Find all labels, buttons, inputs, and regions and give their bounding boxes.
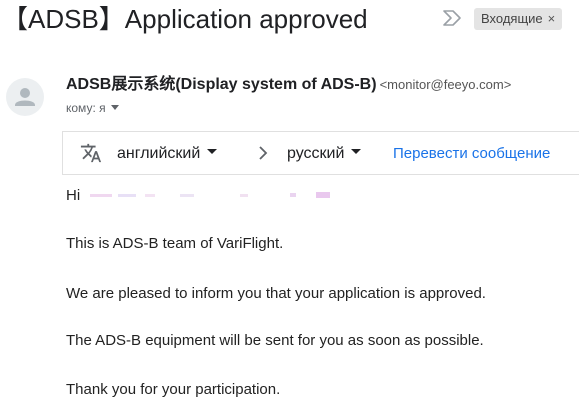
- caret-down-icon: [351, 149, 362, 155]
- body-paragraph-3: The ADS-B equipment will be sent for you…: [66, 332, 484, 349]
- target-language-label: русский: [287, 145, 345, 162]
- caret-down-icon[interactable]: [110, 105, 119, 111]
- inbox-label-chip[interactable]: Входящие ×: [474, 8, 563, 30]
- subject-row: 【ADSB】Application approved Входящие ×: [0, 0, 579, 42]
- sender-name[interactable]: ADSB展示系统(Display system of ADS-B): [66, 76, 377, 93]
- body-paragraph-1: This is ADS-B team of VariFlight.: [66, 235, 284, 252]
- recipient-label: кому: я: [66, 101, 106, 115]
- source-language-select[interactable]: английский: [117, 143, 218, 165]
- target-language-select[interactable]: русский: [287, 143, 362, 165]
- body-greeting: Hi: [66, 187, 81, 204]
- message-header: ADSB展示系统(Display system of ADS-B) <monito…: [0, 72, 579, 122]
- translate-bar: английский русский Перевести сообщение: [62, 131, 579, 175]
- importance-marker-icon[interactable]: [442, 9, 462, 27]
- translate-message-link[interactable]: Перевести сообщение: [393, 144, 550, 164]
- body-paragraph-4: Thank you for your participation.: [66, 381, 281, 398]
- sender-email: <monitor@feeyo.com>: [379, 77, 512, 92]
- recipient-details-toggle[interactable]: кому: я: [66, 99, 119, 117]
- person-icon: [15, 88, 35, 106]
- caret-down-icon: [207, 149, 218, 155]
- remove-label-close-icon[interactable]: ×: [548, 11, 556, 26]
- chevron-right-icon: [259, 146, 268, 160]
- translate-icon: [80, 143, 102, 163]
- redacted-recipient-name: [90, 192, 330, 198]
- sender-line: ADSB展示系统(Display system of ADS-B) <monito…: [66, 74, 511, 96]
- inbox-label-text: Входящие: [481, 11, 543, 26]
- email-subject: 【ADSB】Application approved: [2, 4, 368, 34]
- avatar[interactable]: [6, 78, 44, 116]
- body-paragraph-2: We are pleased to inform you that your a…: [66, 285, 486, 302]
- source-language-label: английский: [117, 145, 201, 162]
